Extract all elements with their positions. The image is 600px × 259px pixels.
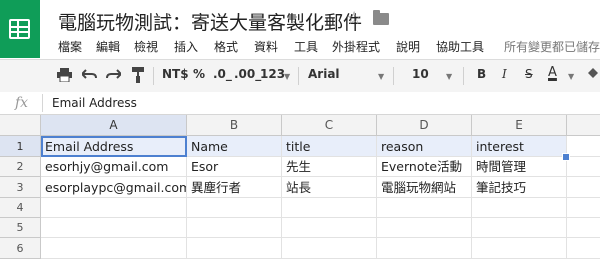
cell-e6[interactable] [472,238,567,259]
cell-b3[interactable]: 異塵行者 [187,177,282,198]
paint-format-icon[interactable] [132,67,144,86]
percent-format-button[interactable]: % [193,67,205,81]
cell-d5[interactable] [377,218,472,238]
undo-icon[interactable] [80,68,97,83]
menu-addons[interactable]: 外掛程式 [332,38,380,55]
menu-tools[interactable]: 工具 [294,38,318,55]
more-formats-button[interactable]: 123 [260,67,285,81]
row-header-5[interactable]: 5 [0,218,41,238]
cell-c1[interactable]: title [282,136,377,157]
save-status: 所有變更都已儲存 [504,40,600,54]
cell-c2[interactable]: 先生 [282,157,377,177]
increase-decimal-button[interactable]: .00_ [234,67,261,81]
cell-c5[interactable] [282,218,377,238]
cell-d3[interactable]: 電腦玩物網站 [377,177,472,198]
fill-color-icon[interactable] [586,66,600,85]
cell-b5[interactable] [187,218,282,238]
column-header-c[interactable]: C [282,115,377,136]
menu-view[interactable]: 檢視 [134,38,158,55]
cell-a2[interactable]: esorhjy@gmail.com [41,157,187,177]
cell-b2[interactable]: Esor [187,157,282,177]
cell-c4[interactable] [282,198,377,218]
toolbar: NT$ % .0_ .00_ 123 ▼ Arial ▼ 10 ▼ B I S … [0,59,600,93]
text-color-button[interactable]: A [548,65,557,80]
cell-a3[interactable]: esorplaypc@gmail.com [41,177,187,198]
menu-format[interactable]: 格式 [214,38,238,55]
column-header-d[interactable]: D [377,115,472,136]
cell-e2[interactable]: 時間管理 [472,157,567,177]
cell-a4[interactable] [41,198,187,218]
star-icon[interactable]: ☆ [346,8,362,29]
cell-a6[interactable] [41,238,187,259]
font-family-select[interactable]: Arial [308,67,340,81]
row-header-3[interactable]: 3 [0,177,41,198]
row-header-1[interactable]: 1 [0,136,41,157]
chevron-down-icon: ▼ [284,72,291,81]
cell-e4[interactable] [472,198,567,218]
column-header-e[interactable]: E [472,115,567,136]
cell-b1[interactable]: Name [187,136,282,157]
cell-d4[interactable] [377,198,472,218]
menu-help[interactable]: 說明 [396,38,420,55]
sheets-logo-icon [9,19,30,39]
cell-e5[interactable] [472,218,567,238]
sheets-logo[interactable] [0,0,40,58]
chevron-down-icon: ▼ [568,72,575,81]
cell-e3[interactable]: 筆記技巧 [472,177,567,198]
spreadsheet-grid: A B C D E 1 2 3 4 5 6 Email Address Name… [0,115,600,259]
row-header-2[interactable]: 2 [0,157,41,177]
menu-data[interactable]: 資料 [254,38,278,55]
select-all-corner[interactable] [0,115,41,136]
cell-a5[interactable] [41,218,187,238]
selected-cell-outline [41,136,187,157]
chevron-down-icon: ▼ [446,72,453,81]
cell-c6[interactable] [282,238,377,259]
menu-accessibility[interactable]: 協助工具 [436,38,484,55]
currency-format-button[interactable]: NT$ [162,67,189,81]
menu-file[interactable]: 檔案 [58,38,82,55]
menu-edit[interactable]: 編輯 [96,38,120,55]
column-header-b[interactable]: B [187,115,282,136]
cell-b4[interactable] [187,198,282,218]
redo-icon[interactable] [106,68,123,83]
chevron-down-icon: ▼ [378,72,385,81]
formula-input[interactable]: Email Address [52,96,137,110]
cell-d1[interactable]: reason [377,136,472,157]
cell-b6[interactable] [187,238,282,259]
decrease-decimal-button[interactable]: .0_ [213,67,232,81]
italic-button[interactable]: I [502,67,507,81]
cell-d6[interactable] [377,238,472,259]
document-title[interactable]: 電腦玩物測試：寄送大量客製化郵件 [58,8,362,35]
cell-e1[interactable]: interest [472,136,567,157]
font-size-select[interactable]: 10 [412,67,429,81]
print-icon[interactable] [57,68,72,85]
row-header-6[interactable]: 6 [0,238,41,259]
row-header-4[interactable]: 4 [0,198,41,218]
folder-icon[interactable] [373,10,389,25]
fill-handle[interactable] [562,153,570,161]
fx-icon: fx [15,95,29,111]
bold-button[interactable]: B [477,67,486,81]
cell-c3[interactable]: 站長 [282,177,377,198]
strikethrough-button[interactable]: S [525,67,533,81]
menu-insert[interactable]: 插入 [174,38,198,55]
cell-d2[interactable]: Evernote活動 [377,157,472,177]
column-header-a[interactable]: A [41,115,187,136]
